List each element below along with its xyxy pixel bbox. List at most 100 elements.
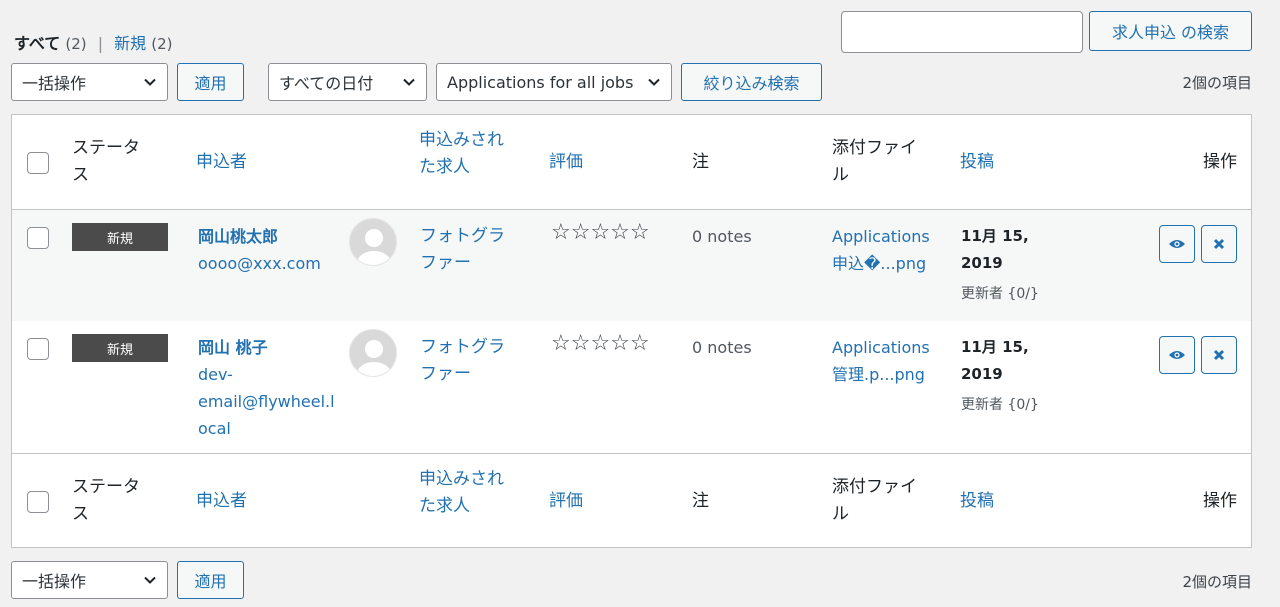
job-link-line1: フォトグラ (420, 226, 505, 246)
applicant-name-link[interactable]: 岡山 桃子 (198, 334, 335, 361)
applicant-email-link[interactable]: dev- email@flywheel.l ocal (198, 361, 335, 442)
column-header-notes: 注 (692, 152, 709, 172)
bulk-action-select-bottom-value: 一括操作 (22, 572, 87, 591)
column-footer-status-line1: ステータ (72, 477, 140, 497)
notes-count: 0 notes (692, 338, 752, 357)
column-footer-rating[interactable]: 評価 (549, 488, 583, 515)
delete-button[interactable] (1201, 336, 1237, 374)
column-footer-job[interactable]: 申込みされ た求人 (419, 466, 504, 520)
posted-date-line1: 11月 15, (961, 338, 1029, 356)
date-filter-select[interactable]: すべての日付 (268, 63, 427, 101)
status-badge: 新規 (72, 334, 168, 362)
apply-button-bottom[interactable]: 適用 (177, 561, 244, 599)
table-row: 新規 岡山 桃子 dev- email@flywheel.l ocal フォトグ… (12, 321, 1251, 453)
applicant-email-line1: dev- (198, 365, 233, 384)
job-link[interactable]: フォトグラ ファー (420, 334, 505, 388)
item-count-bottom: 2個の項目 (1182, 573, 1252, 591)
notes-count: 0 notes (692, 227, 752, 246)
close-icon (1213, 349, 1225, 361)
column-footer-attachment: 添付ファイ ル (832, 474, 917, 528)
item-count-top: 2個の項目 (1182, 74, 1252, 92)
column-footer-actions: 操作 (1203, 491, 1237, 511)
column-header-job[interactable]: 申込みされ た求人 (419, 127, 504, 181)
filter-all-count: (2) (65, 35, 87, 53)
column-footer-job-line1: 申込みされ (419, 469, 504, 489)
column-footer-job-line2: た求人 (419, 496, 470, 516)
rating-stars[interactable]: ☆☆☆☆☆ (551, 220, 650, 245)
job-filter-select[interactable]: Applications for all jobs (436, 63, 672, 101)
updated-by: 更新者 {0/} (961, 397, 1039, 413)
table-header-row: ステータ ス 申込者 申込みされ た求人 評価 注 添付ファイ ル 投稿 操作 (12, 115, 1251, 210)
column-header-posted[interactable]: 投稿 (960, 149, 994, 176)
posted-date-line2: 2019 (961, 365, 1003, 383)
date-filter-select-value: すべての日付 (279, 74, 374, 93)
bulk-action-select-top[interactable]: 一括操作 (11, 63, 168, 101)
filter-all-link[interactable]: すべて (14, 34, 60, 53)
column-footer-applicant[interactable]: 申込者 (196, 488, 247, 515)
attachment-link-line2: 管理.p...png (832, 365, 925, 384)
filter-button[interactable]: 絞り込み検索 (681, 63, 822, 101)
column-header-attachment-line1: 添付ファイ (832, 138, 917, 158)
column-header-attachment: 添付ファイ ル (832, 135, 917, 189)
applicant-info: 岡山 桃子 dev- email@flywheel.l ocal (198, 334, 335, 442)
bulk-action-select-bottom[interactable]: 一括操作 (11, 561, 168, 599)
posted-info: 11月 15, 2019 更新者 {0/} (961, 334, 1039, 419)
close-icon (1213, 238, 1225, 250)
attachment-link[interactable]: Applications 管理.p...png (832, 334, 930, 388)
column-footer-posted[interactable]: 投稿 (960, 488, 994, 515)
view-button[interactable] (1159, 225, 1195, 263)
column-header-job-line2: た求人 (419, 157, 470, 177)
column-header-applicant[interactable]: 申込者 (196, 149, 247, 176)
search-button[interactable]: 求人申込 の検索 (1089, 11, 1252, 51)
bulk-action-select-top-value: 一括操作 (22, 74, 87, 93)
column-header-status[interactable]: ステータ ス (72, 135, 140, 189)
eye-icon (1169, 351, 1185, 359)
job-link[interactable]: フォトグラ ファー (420, 223, 505, 277)
column-header-job-line1: 申込みされ (419, 130, 504, 150)
column-footer-status-line2: ス (72, 504, 89, 524)
attachment-link-line2: 申込�...png (832, 254, 927, 273)
applicant-email-link[interactable]: oooo@xxx.com (198, 250, 321, 277)
applicant-info: 岡山桃太郎 oooo@xxx.com (198, 223, 321, 277)
search-input[interactable] (841, 11, 1083, 53)
chevron-down-icon (144, 78, 156, 86)
chevron-down-icon (648, 78, 660, 86)
select-all-checkbox-top[interactable] (27, 152, 49, 174)
column-header-status-line1: ステータ (72, 138, 140, 158)
chevron-down-icon (403, 78, 415, 86)
applicant-email-line2: email@flywheel.l (198, 392, 335, 411)
column-header-attachment-line2: ル (832, 165, 849, 185)
filter-new-link[interactable]: 新規 (114, 34, 146, 53)
apply-button-top[interactable]: 適用 (177, 63, 244, 101)
delete-button[interactable] (1201, 225, 1237, 263)
status-filter-links: すべて (2) | 新規 (2) (14, 30, 173, 54)
filter-new-count: (2) (151, 35, 173, 53)
select-all-checkbox-bottom[interactable] (27, 491, 49, 513)
column-footer-notes: 注 (692, 491, 709, 511)
job-link-line2: ファー (420, 253, 471, 273)
user-avatar-icon (349, 329, 397, 377)
column-header-rating[interactable]: 評価 (549, 149, 583, 176)
posted-info: 11月 15, 2019 更新者 {0/} (961, 223, 1039, 308)
applicant-email-line3: ocal (198, 419, 231, 438)
column-footer-status[interactable]: ステータ ス (72, 474, 140, 528)
column-footer-attachment-line2: ル (832, 504, 849, 524)
row-checkbox[interactable] (27, 227, 49, 249)
view-button[interactable] (1159, 336, 1195, 374)
row-checkbox[interactable] (27, 338, 49, 360)
applicant-name-link[interactable]: 岡山桃太郎 (198, 223, 321, 250)
user-avatar-icon (349, 218, 397, 266)
posted-date-line2: 2019 (961, 254, 1003, 272)
rating-stars[interactable]: ☆☆☆☆☆ (551, 331, 650, 356)
attachment-link-line1: Applications (832, 227, 930, 246)
column-header-status-line2: ス (72, 165, 89, 185)
status-badge: 新規 (72, 223, 168, 251)
column-footer-attachment-line1: 添付ファイ (832, 477, 917, 497)
eye-icon (1169, 240, 1185, 248)
table-row: 新規 岡山桃太郎 oooo@xxx.com フォトグラ ファー ☆☆☆☆☆ 0 … (12, 210, 1251, 321)
job-link-line1: フォトグラ (420, 337, 505, 357)
filter-separator: | (97, 34, 104, 53)
table-footer-row: ステータ ス 申込者 申込みされ た求人 評価 注 添付ファイ ル 投稿 操作 (12, 453, 1251, 548)
attachment-link-line1: Applications (832, 338, 930, 357)
attachment-link[interactable]: Applications 申込�...png (832, 223, 930, 277)
